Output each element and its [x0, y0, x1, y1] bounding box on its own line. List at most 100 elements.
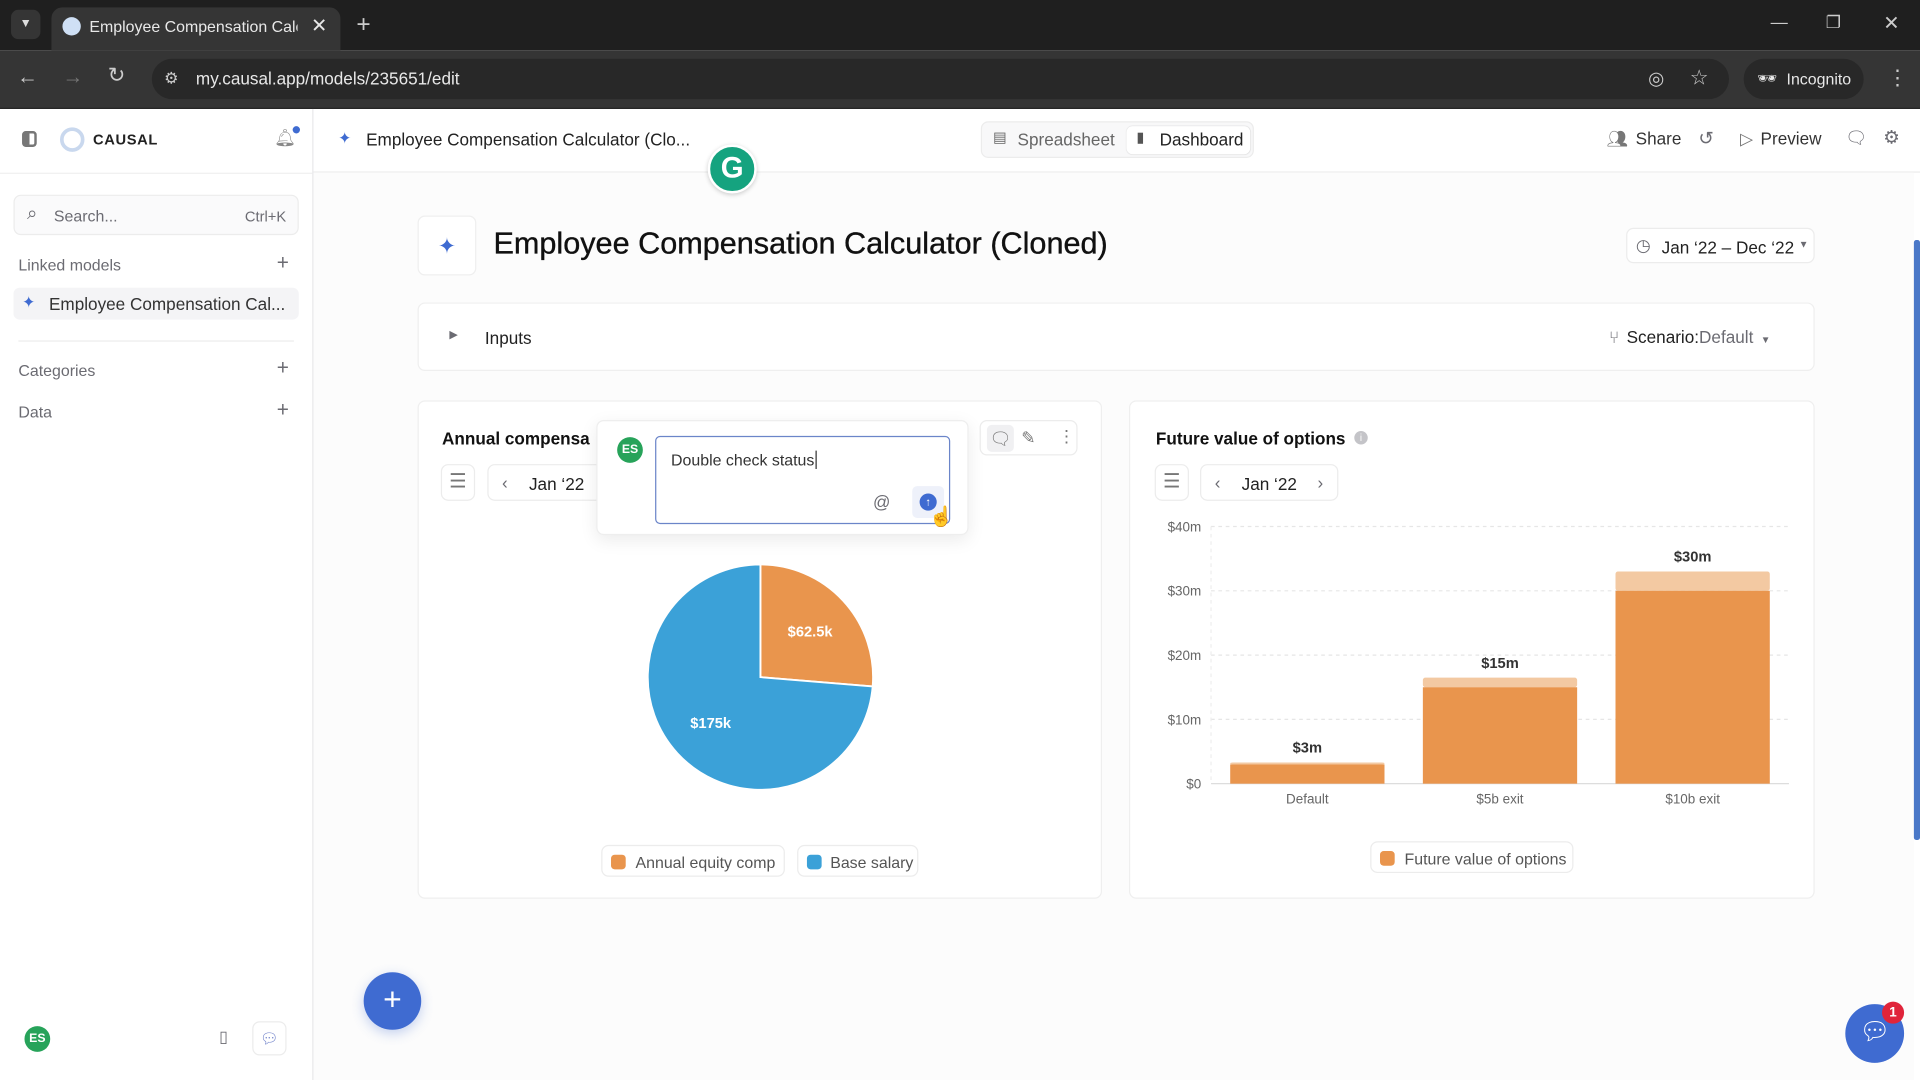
linked-model-label: Employee Compensation Cal... [48, 293, 286, 314]
notifications-icon[interactable]: 🔔︎ [274, 126, 300, 148]
bar [1615, 590, 1770, 784]
support-chat-button[interactable]: 💬︎ 1 [1845, 1001, 1905, 1063]
tab-spreadsheet-label: Spreadsheet [1017, 129, 1115, 150]
forward-icon[interactable]: → [62, 65, 83, 89]
y-tick-label: $30m [1168, 584, 1202, 599]
comment-popup: ES Double check status @ ↑ [596, 420, 969, 536]
add-linked-model-icon[interactable]: + [277, 251, 289, 275]
model-sparkle-icon: ✦ [337, 128, 352, 147]
bar-highlight [1615, 571, 1770, 591]
branch-icon: ⑂ [1608, 326, 1620, 347]
y-tick-label: $10m [1168, 712, 1202, 727]
mention-icon[interactable]: @ [873, 492, 890, 512]
minimize-button[interactable]: — [1771, 12, 1788, 32]
incognito-indicator[interactable]: 🕶 Incognito [1743, 58, 1864, 100]
linked-model-item[interactable]: ✦ Employee Compensation Cal... [13, 287, 299, 320]
incognito-icon: 🕶 [1757, 68, 1778, 87]
browser-menu-icon[interactable]: ⋮ [1887, 66, 1908, 90]
sparkle-icon: ✦ [22, 292, 36, 312]
model-name[interactable]: Employee Compensation Calculator (Clo... [366, 130, 690, 150]
scrollbar[interactable] [1913, 240, 1920, 841]
bar [1230, 764, 1385, 784]
x-tick-label: $10b exit [1665, 791, 1720, 806]
user-avatar[interactable]: ES [24, 1026, 51, 1052]
docs-book-icon[interactable]: ▯ [219, 1027, 228, 1047]
site-info-icon[interactable]: ⚙ [164, 69, 178, 89]
notification-badge: 1 [1882, 1001, 1905, 1024]
settings-gear-icon[interactable]: ⚙ [1883, 126, 1899, 148]
legend-label: Base salary [830, 853, 914, 872]
bar-highlight [1422, 677, 1578, 688]
future-value-card: Future value of options i ☰ ‹ Jan ‘22 › … [1128, 400, 1815, 899]
search-input[interactable]: ⌕ Search... Ctrl+K [13, 194, 299, 236]
chat-support-button[interactable]: 💬︎ [252, 1021, 287, 1056]
legend-item-future-value[interactable]: Future value of options [1370, 841, 1574, 874]
expand-chevron-icon[interactable]: ▶ [449, 328, 457, 341]
slice-label: $175k [690, 716, 732, 732]
add-data-icon[interactable]: + [277, 398, 289, 422]
toggle-sidebar-icon[interactable] [22, 131, 37, 147]
hand-cursor-icon: ☝ [929, 506, 954, 528]
y-tick-label: $20m [1168, 648, 1202, 663]
scenario-label: Scenario: [1626, 326, 1700, 347]
grammarly-icon[interactable]: G [707, 144, 757, 194]
legend-swatch [806, 854, 822, 870]
share-button[interactable]: 👥︎ Share [1607, 129, 1682, 150]
search-shortcut: Ctrl+K [244, 208, 287, 226]
history-icon[interactable]: ↺ [1698, 127, 1713, 150]
share-label: Share [1635, 128, 1682, 149]
browser-tab-bar: ▼ Employee Compensation Calcul ✕ + — ❐ ✕ [0, 0, 1920, 51]
view-switcher: ▤ Spreadsheet ▮ Dashboard [980, 121, 1254, 158]
inputs-toggle[interactable]: Inputs [485, 328, 532, 348]
bar-chart: $0 $10m $20m $30m $40m $3m Default $15m $5b exit… [1168, 519, 1789, 806]
search-placeholder: Search... [53, 206, 118, 226]
bar-chart-icon: ▮ [1136, 128, 1145, 146]
legend-item-base-salary[interactable]: Base salary [797, 844, 919, 877]
bar-highlight [1230, 762, 1385, 765]
comment-input[interactable]: Double check status @ ↑ [655, 435, 951, 525]
eye-off-icon[interactable]: ◎ [1648, 67, 1664, 90]
causal-logo-icon [60, 127, 85, 152]
users-icon: 👥︎ [1606, 128, 1629, 149]
y-tick-label: $40m [1168, 519, 1202, 534]
y-tick-label: $0 [1186, 777, 1201, 792]
star-icon[interactable]: ☆ [1690, 66, 1709, 90]
comment-icon[interactable]: 🗨︎ [986, 424, 1014, 452]
scenario-selector[interactable]: ⑂ Scenario:Default ▼ [1609, 327, 1770, 347]
reload-icon[interactable]: ↻ [108, 64, 125, 88]
legend-swatch [611, 854, 626, 870]
preview-label: Preview [1760, 128, 1822, 149]
url-bar[interactable]: ⚙ my.causal.app/models/235651/edit ◎ ☆ [151, 58, 1729, 100]
x-tick-label: $5b exit [1476, 791, 1523, 806]
new-tab-button[interactable]: + [356, 11, 370, 39]
date-range-picker[interactable]: ◷ Jan ‘22 – Dec ‘22 ▼ [1626, 227, 1815, 264]
add-widget-button[interactable]: + [363, 972, 422, 1030]
browser-tab[interactable]: Employee Compensation Calcul ✕ [51, 7, 341, 51]
bar [1422, 687, 1578, 784]
chart-toolbar: 🗨︎ ✎ ⋮ [979, 420, 1078, 456]
more-options-icon[interactable]: ⋮ [1058, 426, 1075, 447]
slice-label: $62.5k [788, 624, 834, 640]
categories-heading[interactable]: Categories [18, 361, 95, 379]
close-window-button[interactable]: ✕ [1883, 11, 1899, 35]
linked-models-heading: Linked models [18, 255, 122, 275]
tab-dashboard[interactable]: ▮ Dashboard [1126, 126, 1251, 155]
play-icon: ▷ [1740, 128, 1754, 149]
x-tick-label: Default [1286, 791, 1329, 806]
legend-item-equity[interactable]: Annual equity comp [601, 844, 785, 877]
tab-dashboard-label: Dashboard [1159, 129, 1244, 150]
add-category-icon[interactable]: + [277, 356, 289, 380]
data-heading[interactable]: Data [18, 403, 52, 421]
tab-spreadsheet[interactable]: ▤ Spreadsheet [986, 126, 1121, 154]
edit-pencil-icon[interactable]: ✎ [1021, 427, 1035, 448]
restore-button[interactable]: ❐ [1826, 12, 1841, 33]
comments-icon[interactable]: 🗨︎ [1845, 127, 1867, 148]
tab-close-icon[interactable]: ✕ [311, 13, 327, 37]
tab-search-button[interactable]: ▼ [11, 9, 41, 40]
comment-text: Double check status [671, 450, 817, 469]
comment-avatar: ES [617, 437, 643, 463]
back-icon[interactable]: ← [17, 65, 38, 89]
preview-button[interactable]: ▷ Preview [1740, 129, 1822, 150]
tab-title: Employee Compensation Calcul [89, 17, 298, 36]
caret-down-icon: ▼ [1760, 334, 1771, 346]
